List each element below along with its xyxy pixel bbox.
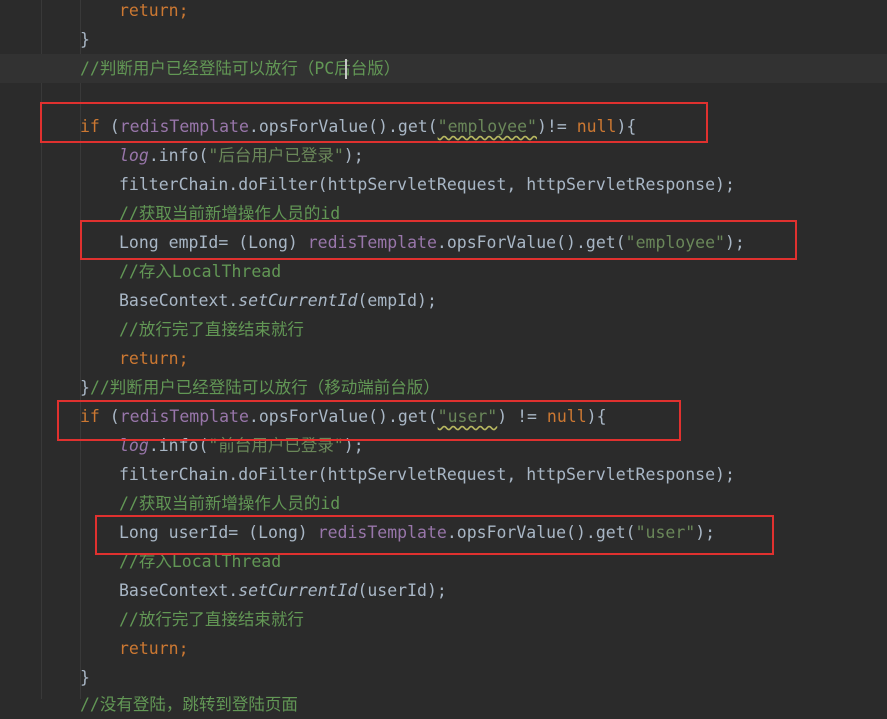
code-line: //没有登陆，跳转到登陆页面 xyxy=(0,690,887,719)
static-method: setCurrentId xyxy=(238,291,358,310)
class-ref: BaseContext. xyxy=(119,291,239,310)
annotation-box xyxy=(80,220,797,260)
comment: //判断用户已经登陆可以放行（移动端前台版） xyxy=(89,378,440,397)
keyword-return: return; xyxy=(119,639,189,658)
code-line: //放行完了直接结束就行 xyxy=(0,315,887,344)
code-line: //放行完了直接结束就行 xyxy=(0,605,887,634)
punct: ); xyxy=(343,146,364,165)
code-line: log.info("后台用户已登录"); xyxy=(0,141,887,170)
method-call: .info( xyxy=(148,146,209,165)
punct: (empId); xyxy=(357,291,437,310)
keyword-return: return; xyxy=(119,349,189,368)
comment: //判断用户已经登陆可以放行（PC后台版） xyxy=(80,59,401,78)
code-line: //存入LocalThread xyxy=(0,257,887,286)
code-line: } xyxy=(0,663,887,692)
punct: (userId); xyxy=(357,581,447,600)
code-line: BaseContext.setCurrentId(empId); xyxy=(0,286,887,315)
text-caret xyxy=(345,59,347,79)
code-editor[interactable]: return; } //判断用户已经登陆可以放行（PC后台版） if (redi… xyxy=(0,0,887,714)
brace: } xyxy=(80,378,90,397)
code-line: } xyxy=(0,25,887,54)
comment: //存入LocalThread xyxy=(119,262,282,281)
code-line: //获取当前新增操作人员的id xyxy=(0,489,887,518)
annotation-box xyxy=(40,102,708,143)
brace: } xyxy=(80,30,90,49)
comment: //放行完了直接结束就行 xyxy=(119,320,304,339)
code-line: return; xyxy=(0,634,887,663)
code-line: filterChain.doFilter(httpServletRequest,… xyxy=(0,170,887,199)
brace: } xyxy=(80,668,90,687)
code-line: filterChain.doFilter(httpServletRequest,… xyxy=(0,460,887,489)
code-line-current: //判断用户已经登陆可以放行（PC后台版） xyxy=(0,54,887,83)
field-ref: log xyxy=(119,146,149,165)
comment: //放行完了直接结束就行 xyxy=(119,610,304,629)
statement: filterChain.doFilter(httpServletRequest,… xyxy=(119,465,735,484)
code-line: return; xyxy=(0,0,887,25)
class-ref: BaseContext. xyxy=(119,581,239,600)
code-line: }//判断用户已经登陆可以放行（移动端前台版） xyxy=(0,373,887,402)
annotation-box xyxy=(95,515,774,555)
annotation-box xyxy=(57,400,681,441)
statement: filterChain.doFilter(httpServletRequest,… xyxy=(119,175,735,194)
comment: //没有登陆，跳转到登陆页面 xyxy=(80,695,298,714)
code-line: BaseContext.setCurrentId(userId); xyxy=(0,576,887,605)
string-literal: "后台用户已登录" xyxy=(208,146,344,165)
code-line: return; xyxy=(0,344,887,373)
static-method: setCurrentId xyxy=(238,581,358,600)
comment: //获取当前新增操作人员的id xyxy=(119,494,341,513)
keyword-return: return; xyxy=(119,1,189,20)
